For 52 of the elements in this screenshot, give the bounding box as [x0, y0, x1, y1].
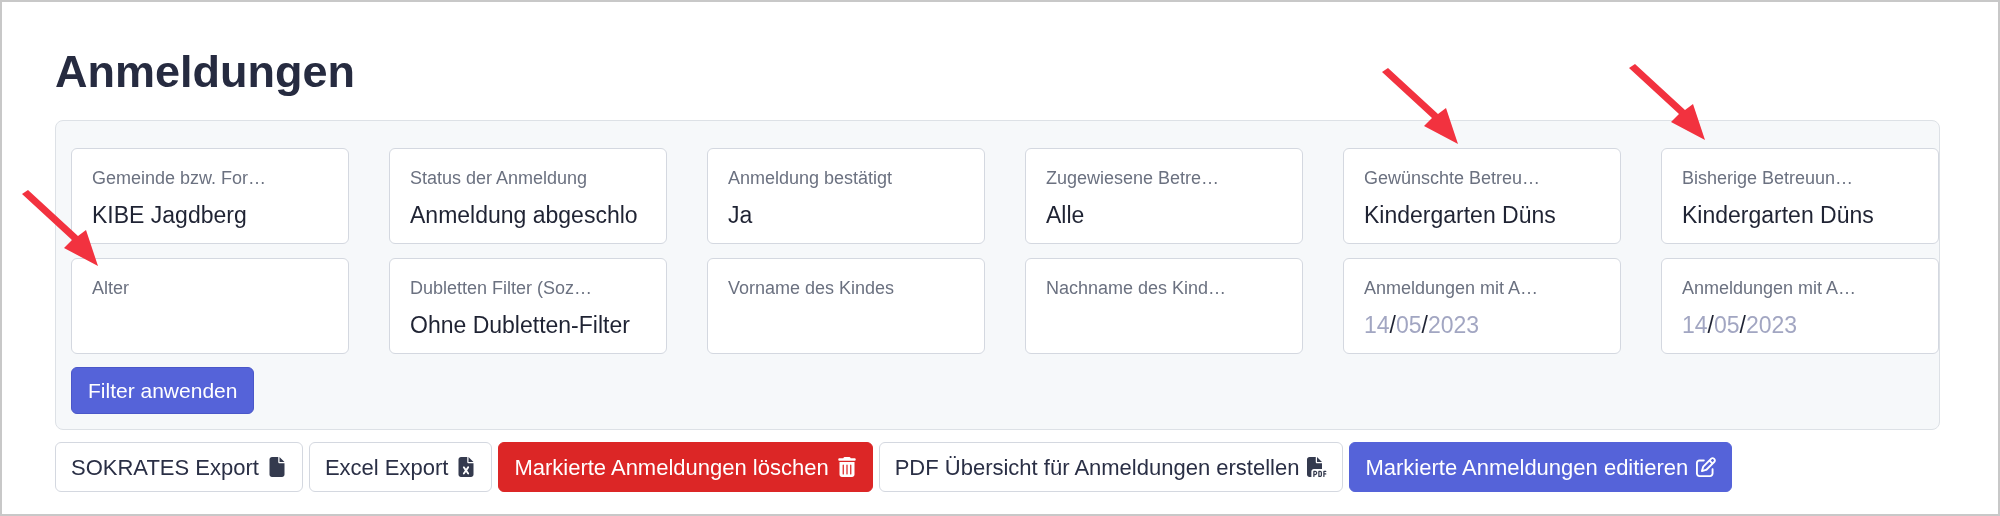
field-label: Zugewiesene Betre…: [1046, 167, 1221, 190]
date-separator: /: [1739, 311, 1746, 340]
field-value: Ohne Dubletten-Filter: [410, 311, 631, 340]
field-label: Anmeldungen mit A…: [1364, 277, 1540, 300]
date-day: 14: [1682, 308, 1708, 343]
field-label: Gewünschte Betreu…: [1364, 167, 1542, 190]
date-month: 05: [1714, 311, 1740, 340]
action-button[interactable]: SOKRATES Export: [55, 442, 303, 492]
field-value: Kindergarten Düns: [1364, 201, 1557, 230]
filter-field[interactable]: Bisherige Betreuun… Kindergarten Düns: [1661, 148, 1939, 244]
date-separator: /: [1389, 311, 1396, 340]
filter-field[interactable]: Alter: [71, 258, 349, 354]
date-day: 14: [1364, 308, 1390, 343]
action-button[interactable]: Markierte Anmeldungen löschen: [498, 442, 873, 492]
apply-filter-button[interactable]: Filter anwenden: [71, 367, 255, 414]
field-value: Kindergarten Düns: [1682, 201, 1875, 230]
filter-field[interactable]: Anmeldungen mit A… 14/05/2023: [1343, 258, 1621, 354]
date-month: 05: [1396, 311, 1422, 340]
field-label: Bisherige Betreuun…: [1682, 167, 1855, 190]
field-label: Gemeinde bzw. For…: [92, 167, 268, 190]
field-label: Alter: [92, 277, 130, 300]
date-year: 2023: [1427, 311, 1480, 340]
filter-field[interactable]: Status der Anmeldung Anmeldung abgeschlo: [389, 148, 667, 244]
filter-field[interactable]: Zugewiesene Betre… Alle: [1025, 148, 1303, 244]
filter-field[interactable]: Vorname des Kindes: [707, 258, 985, 354]
field-value: Alle: [1046, 201, 1086, 230]
page-title: Anmeldungen: [55, 45, 355, 99]
excel-file-icon: [456, 457, 477, 477]
field-label: Dubletten Filter (Soz…: [410, 277, 594, 300]
filter-field[interactable]: Anmeldungen mit A… 14/05/2023: [1661, 258, 1939, 354]
action-button[interactable]: PDF Übersicht für Anmeldungen erstellen: [878, 442, 1344, 492]
field-value: Anmeldung abgeschlo: [410, 201, 639, 230]
date-separator: /: [1421, 311, 1428, 340]
date-separator: /: [1707, 311, 1714, 340]
field-label: Nachname des Kind…: [1046, 277, 1228, 300]
field-label: Anmeldung bestätigt: [728, 167, 894, 190]
filter-field[interactable]: Gemeinde bzw. For… KIBE Jagdberg: [71, 148, 349, 244]
trash-icon: [836, 457, 857, 477]
field-value: KIBE Jagdberg: [92, 201, 248, 230]
field-label: Anmeldungen mit A…: [1682, 277, 1858, 300]
pdf-file-icon: [1307, 457, 1328, 477]
field-value: Ja: [728, 201, 754, 230]
file-icon: [266, 457, 287, 477]
filter-field[interactable]: Gewünschte Betreu… Kindergarten Düns: [1343, 148, 1621, 244]
filter-field[interactable]: Dubletten Filter (Soz… Ohne Dubletten-Filter: [389, 258, 667, 354]
filter-field[interactable]: Anmeldung bestätigt Ja: [707, 148, 985, 244]
field-label: Status der Anmeldung: [410, 167, 589, 190]
date-year: 2023: [1745, 311, 1798, 340]
action-button[interactable]: Markierte Anmeldungen editieren: [1349, 442, 1733, 492]
action-button[interactable]: Excel Export: [308, 442, 493, 492]
filter-field[interactable]: Nachname des Kind…: [1025, 258, 1303, 354]
field-label: Vorname des Kindes: [728, 277, 896, 300]
